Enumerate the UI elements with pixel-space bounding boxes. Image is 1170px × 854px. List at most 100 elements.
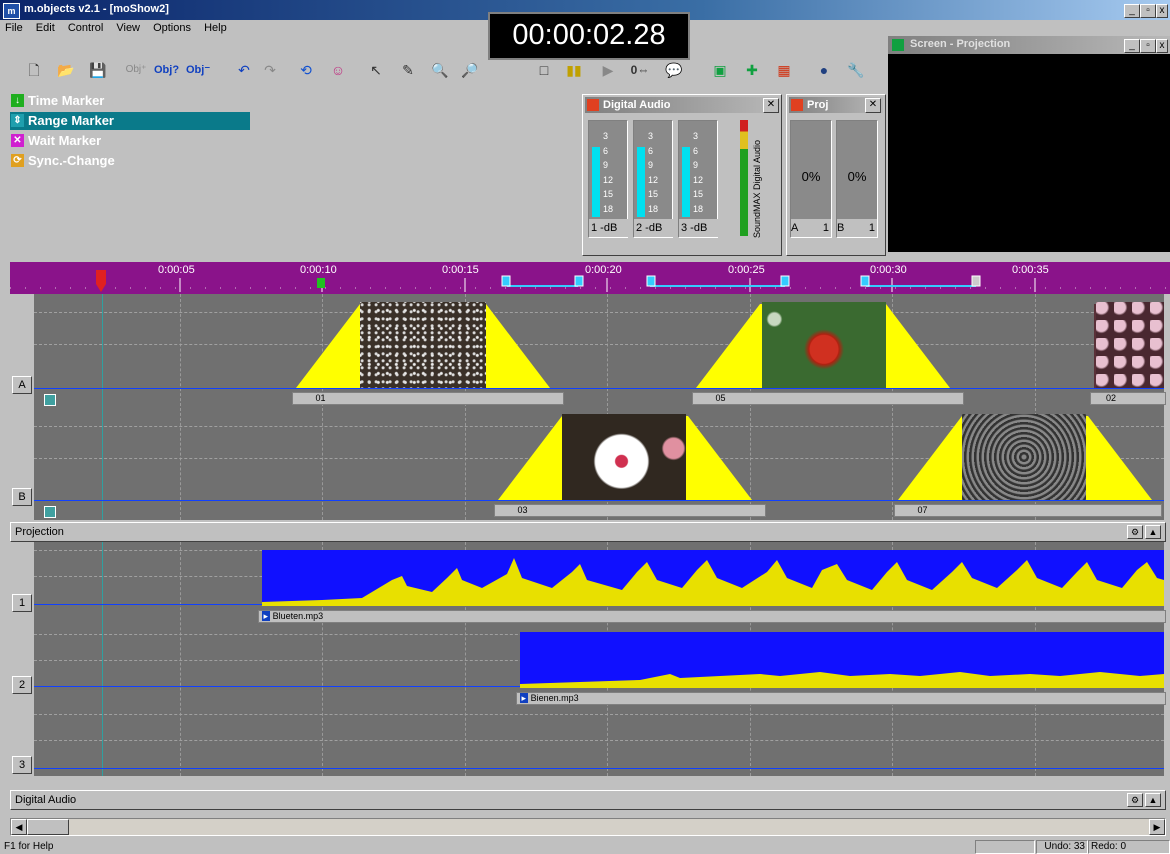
audio-meter-1-label: 1 -dB: [589, 219, 629, 237]
pen-icon[interactable]: ✎: [396, 58, 420, 82]
marker-sync[interactable]: ⟳ Sync.-Change: [10, 152, 238, 170]
track-a-line: [34, 388, 1164, 389]
digital-audio-title: Digital Audio: [585, 97, 779, 113]
ruler-label: 0:00:15: [442, 264, 479, 276]
audio-track-1-label[interactable]: 1: [12, 594, 32, 612]
track-a-label[interactable]: A: [12, 376, 32, 394]
marker-range[interactable]: ⇕ Range Marker: [10, 112, 250, 130]
audio-meter-2-label: 2 -dB: [634, 219, 674, 237]
obj-remove-icon[interactable]: Obj⁻: [186, 58, 210, 82]
status-redo: Redo: 0: [1088, 840, 1170, 854]
projector-icon[interactable]: ✚: [740, 58, 764, 82]
zoom-in-icon[interactable]: 🔍: [428, 58, 452, 82]
clip-07-image[interactable]: [962, 414, 1086, 500]
clip-02-label[interactable]: 02: [1090, 392, 1166, 405]
audio-meter-2-level: [637, 147, 645, 217]
play-icon[interactable]: ▶: [596, 58, 620, 82]
pause-icon[interactable]: ▮▮: [562, 58, 586, 82]
digital-audio-collapse-button[interactable]: ▲: [1145, 793, 1161, 807]
undo-icon[interactable]: ↶: [232, 58, 256, 82]
ruler-label: 0:00:35: [1012, 264, 1049, 276]
digital-audio-section-bar[interactable]: Digital Audio ⚙ ▲: [10, 790, 1166, 810]
clip-03-image[interactable]: [562, 414, 686, 500]
digital-audio-close-button[interactable]: ✕: [763, 98, 779, 113]
audio-clip-1-label[interactable]: ▸ Blueten.mp3: [258, 610, 1166, 623]
audio-track-2-label[interactable]: 2: [12, 676, 32, 694]
menu-view[interactable]: View: [111, 20, 145, 36]
close-button[interactable]: x: [1156, 4, 1168, 18]
clip-05-image[interactable]: [762, 302, 886, 388]
zoom-out-icon[interactable]: 🔎: [458, 58, 482, 82]
proj-close-button[interactable]: ✕: [865, 98, 881, 113]
menu-options[interactable]: Options: [148, 20, 196, 36]
projection-section-bar[interactable]: Projection ⚙ ▲: [10, 522, 1166, 542]
clip-01-label[interactable]: 01: [292, 392, 564, 405]
track-a-sync-icon[interactable]: [44, 394, 56, 406]
refresh-icon[interactable]: ☺: [326, 58, 350, 82]
obj-query-icon[interactable]: Obj?: [154, 58, 179, 82]
obj-add-icon[interactable]: Obj⁺: [124, 58, 148, 82]
menu-edit[interactable]: Edit: [31, 20, 60, 36]
audio-track-3-label[interactable]: 3: [12, 756, 32, 774]
position-icon[interactable]: 0⇔: [628, 58, 652, 82]
horizontal-scrollbar[interactable]: ◀ ▶: [10, 818, 1166, 836]
redo-icon[interactable]: ↷: [258, 58, 282, 82]
projector-small-icon: [791, 99, 803, 111]
audio-clip-bienen[interactable]: [520, 632, 1164, 688]
time-display: 00:00:02.28: [488, 12, 690, 60]
ruler-label: 0:00:05: [158, 264, 195, 276]
clip-01-image[interactable]: [360, 302, 486, 388]
track-b-label[interactable]: B: [12, 488, 32, 506]
clip-05-label[interactable]: 05: [692, 392, 964, 405]
audio-meter-3-level: [682, 147, 690, 217]
meter-scale: 3 6 9 12 15 18: [603, 131, 614, 214]
clip-02-image[interactable]: [1096, 302, 1164, 388]
marker-wait[interactable]: ✕ Wait Marker: [10, 132, 238, 150]
menu-help[interactable]: Help: [199, 20, 232, 36]
clip-03-label[interactable]: 03: [494, 504, 766, 517]
marker-time-label: Time Marker: [28, 93, 105, 108]
screen-icon-small: [892, 39, 904, 51]
scroll-thumb[interactable]: [27, 819, 69, 835]
wait-marker-icon: ✕: [11, 134, 24, 147]
meter-scale: 3 6 9 12 15 18: [648, 131, 659, 214]
screen-restore-button[interactable]: ▫: [1140, 39, 1156, 53]
screen-title: Screen - Projection: [910, 38, 1011, 50]
stop-icon[interactable]: □: [532, 58, 556, 82]
marker-panel: ↓ Time Marker ⇕ Range Marker ✕ Wait Mark…: [10, 92, 580, 252]
menu-file[interactable]: File: [0, 20, 28, 36]
projection-collapse-button[interactable]: ▲: [1145, 525, 1161, 539]
audio-clip-2-label[interactable]: ▸ Bienen.mp3: [516, 692, 1166, 705]
restore-button[interactable]: ▫: [1140, 4, 1156, 18]
menu-control[interactable]: Control: [63, 20, 108, 36]
track-b-sync-icon[interactable]: [44, 506, 56, 518]
minimize-button[interactable]: _: [1124, 4, 1140, 18]
digital-audio-settings-button[interactable]: ⚙: [1127, 793, 1143, 807]
audio-meter-1: 3 6 9 12 15 18 1 -dB: [588, 120, 629, 238]
range-marker-icon: ⇕: [11, 114, 24, 127]
open-icon[interactable]: 📂: [54, 58, 78, 82]
audio-track-header: [10, 542, 34, 776]
loop-icon[interactable]: ⟲: [294, 58, 318, 82]
status-help: F1 for Help: [4, 841, 54, 852]
wrench-icon[interactable]: 🔧: [844, 58, 868, 82]
audio-meter-3: 3 6 9 12 15 18 3 -dB: [678, 120, 719, 238]
clip-07-label[interactable]: 07: [894, 504, 1162, 517]
audio-clip-blueten[interactable]: [262, 550, 1164, 606]
app-icon[interactable]: m: [3, 3, 20, 19]
grid-icon[interactable]: ▦: [772, 58, 796, 82]
scroll-left-button[interactable]: ◀: [11, 819, 27, 835]
color-icon[interactable]: ●: [812, 58, 836, 82]
screen-close-button[interactable]: x: [1156, 39, 1168, 53]
screen-minimize-button[interactable]: _: [1124, 39, 1140, 53]
pick-icon[interactable]: ↖: [364, 58, 388, 82]
timeline-ruler[interactable]: 0:00:05 0:00:10 0:00:15 0:00:20 0:00:25 …: [10, 262, 1170, 294]
projection-settings-button[interactable]: ⚙: [1127, 525, 1143, 539]
audio-meter-1-level: [592, 147, 600, 217]
new-icon[interactable]: 🗋: [22, 58, 46, 82]
screen-icon[interactable]: ▣: [708, 58, 732, 82]
save-icon[interactable]: 💾: [86, 58, 110, 82]
scroll-right-button[interactable]: ▶: [1149, 819, 1165, 835]
marker-time[interactable]: ↓ Time Marker: [10, 92, 238, 110]
comment-icon[interactable]: 💬: [662, 58, 686, 82]
